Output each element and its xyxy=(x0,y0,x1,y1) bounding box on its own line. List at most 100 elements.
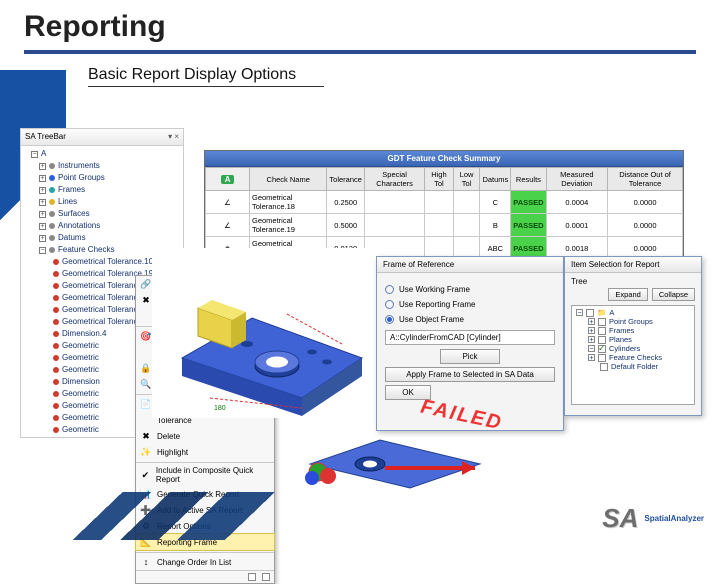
expand-button[interactable]: Expand xyxy=(608,288,647,301)
item-dot-icon xyxy=(53,283,59,289)
expand-icon[interactable]: + xyxy=(39,163,46,170)
item-dot-icon xyxy=(53,367,59,373)
brand-mark: SA xyxy=(602,503,638,534)
page-subtitle: Basic Report Display Options xyxy=(88,66,324,87)
expand-icon[interactable]: + xyxy=(588,354,595,361)
item-dot-icon xyxy=(53,343,59,349)
summary-col: Check Name xyxy=(250,168,327,191)
checkbox[interactable] xyxy=(598,327,606,335)
cad-lower-view xyxy=(300,418,510,498)
category-dot-icon xyxy=(49,187,55,193)
checkbox-checked[interactable] xyxy=(598,345,606,353)
tree-panel-controls[interactable]: ▾ × xyxy=(168,131,179,143)
stage: SA TreeBar ▾ × −A +Instruments+Point Gro… xyxy=(20,128,700,520)
item-dot-icon xyxy=(53,415,59,421)
summary-col: Distance Out of Tolerance xyxy=(608,168,683,191)
item-dot-icon xyxy=(53,379,59,385)
tree-item[interactable]: +Datums xyxy=(31,232,181,244)
brand-logo: SA SpatialAnalyzer xyxy=(602,503,704,534)
tree-item[interactable]: +Frames xyxy=(31,184,181,196)
opt-object-frame[interactable]: Use Object Frame xyxy=(385,315,555,324)
expand-icon[interactable]: + xyxy=(588,336,595,343)
checkbox[interactable] xyxy=(586,309,594,317)
tree-item[interactable]: +Instruments xyxy=(31,160,181,172)
expand-icon[interactable]: + xyxy=(39,175,46,182)
collapse-icon[interactable]: − xyxy=(588,345,595,352)
collapse-icon[interactable]: − xyxy=(576,309,583,316)
summary-row: ∠Geometrical Tolerance.180.2500CPASSED0.… xyxy=(206,191,683,214)
collapse-icon[interactable]: − xyxy=(31,151,38,158)
item-dot-icon xyxy=(53,295,59,301)
summary-col: High Tol xyxy=(425,168,453,191)
item-row[interactable]: +Planes xyxy=(576,335,690,344)
expand-icon[interactable]: + xyxy=(588,327,595,334)
title-bar: Reporting xyxy=(0,0,720,44)
opt-working-frame[interactable]: Use Working Frame xyxy=(385,285,555,294)
menu-item[interactable]: ✖Delete xyxy=(136,428,274,444)
item-dot-icon xyxy=(53,331,59,337)
ctx-checkbox-2[interactable] xyxy=(262,573,270,581)
result-passed: PASSED xyxy=(511,214,546,237)
menu-icon xyxy=(140,414,152,426)
menu-item[interactable]: ✔Include in Composite Quick Report xyxy=(136,462,274,486)
svg-text:180: 180 xyxy=(214,405,226,412)
collapse-icon[interactable]: − xyxy=(39,247,46,254)
frame-field[interactable]: A::CylinderFromCAD [Cylinder] xyxy=(385,330,555,345)
item-row[interactable]: +Feature Checks xyxy=(576,353,690,362)
expand-icon[interactable]: + xyxy=(588,318,595,325)
tree-root[interactable]: −A xyxy=(31,148,181,160)
menu-icon: 🔒 xyxy=(140,362,152,374)
radio-icon xyxy=(385,285,394,294)
tree-item[interactable]: +Annotations xyxy=(31,220,181,232)
frame-dialog-title: Frame of Reference xyxy=(377,257,563,273)
expand-icon[interactable]: + xyxy=(39,199,46,206)
item-row[interactable]: −Cylinders xyxy=(576,344,690,353)
radio-selected-icon xyxy=(385,315,394,324)
summary-col: Results xyxy=(511,168,546,191)
menu-icon xyxy=(140,310,152,322)
apply-frame-button[interactable]: Apply Frame to Selected in SA Data xyxy=(385,367,555,382)
item-row[interactable]: +Frames xyxy=(576,326,690,335)
menu-item[interactable]: ↕Change Order In List xyxy=(136,552,274,570)
result-passed: PASSED xyxy=(511,191,546,214)
expand-icon[interactable]: + xyxy=(39,223,46,230)
item-dot-icon xyxy=(53,259,59,265)
brand-sub: SpatialAnalyzer xyxy=(644,514,704,523)
item-dot-icon xyxy=(53,355,59,361)
menu-icon: 🎯 xyxy=(140,330,152,342)
checkbox[interactable] xyxy=(598,354,606,362)
menu-icon: 🔗 xyxy=(140,278,152,290)
menu-icon xyxy=(140,346,152,358)
item-row[interactable]: +Point Groups xyxy=(576,317,690,326)
category-dot-icon xyxy=(49,199,55,205)
pick-button[interactable]: Pick xyxy=(440,349,500,364)
checkbox[interactable] xyxy=(598,318,606,326)
tree-label: Tree xyxy=(571,277,695,286)
tree-item[interactable]: +Point Groups xyxy=(31,172,181,184)
category-dot-icon xyxy=(49,235,55,241)
summary-table: GDT Feature Check Summary ACheck NameTol… xyxy=(204,150,684,261)
title-underline xyxy=(24,50,696,54)
collapse-button[interactable]: Collapse xyxy=(652,288,695,301)
tree-title: SA TreeBar xyxy=(25,131,66,143)
ctx-checkbox-1[interactable] xyxy=(248,573,256,581)
item-row-a[interactable]: −📁 A xyxy=(576,308,690,317)
item-dialog-title: Item Selection for Report xyxy=(565,257,701,273)
expand-icon[interactable]: + xyxy=(39,211,46,218)
item-dot-icon xyxy=(53,319,59,325)
item-dot-icon xyxy=(53,271,59,277)
menu-item[interactable]: ✨Highlight xyxy=(136,444,274,460)
category-dot-icon xyxy=(49,211,55,217)
tree-item[interactable]: +Surfaces xyxy=(31,208,181,220)
tree-item[interactable]: +Lines xyxy=(31,196,181,208)
expand-icon[interactable]: + xyxy=(39,187,46,194)
item-dot-icon xyxy=(53,427,59,433)
menu-icon: ✔ xyxy=(140,469,151,481)
summary-col: Low Tol xyxy=(453,168,480,191)
expand-icon[interactable]: + xyxy=(39,235,46,242)
summary-col: Tolerance xyxy=(327,168,365,191)
opt-reporting-frame[interactable]: Use Reporting Frame xyxy=(385,300,555,309)
checkbox[interactable] xyxy=(600,363,608,371)
item-row[interactable]: Default Folder xyxy=(576,362,690,371)
menu-icon: ↕ xyxy=(140,556,152,568)
